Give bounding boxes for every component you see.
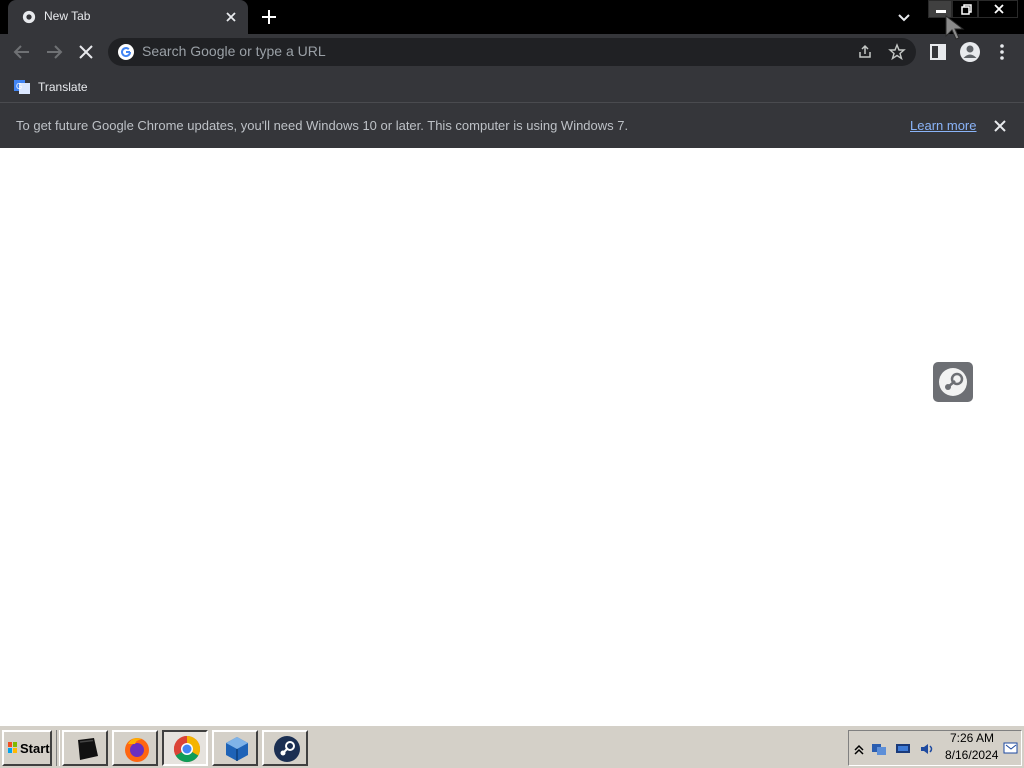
steam-icon	[939, 368, 967, 396]
infobar-message: To get future Google Chrome updates, you…	[16, 118, 629, 133]
start-button[interactable]: Start	[2, 730, 52, 766]
close-icon	[994, 4, 1004, 14]
screen: New Tab Search Google or type a URL G Tr…	[0, 0, 1024, 768]
virtualbox-icon	[226, 737, 248, 761]
taskbar-steam[interactable]	[262, 730, 308, 766]
display-icon[interactable]	[895, 741, 911, 757]
svg-text:G: G	[16, 82, 22, 91]
tab-search-icon[interactable]	[895, 8, 913, 26]
close-tab-icon[interactable]	[223, 9, 239, 25]
mouse-cursor-icon	[945, 14, 965, 40]
volume-icon[interactable]	[919, 741, 935, 757]
update-infobar: To get future Google Chrome updates, you…	[0, 102, 1024, 148]
forward-icon[interactable]	[43, 41, 65, 63]
side-panel-icon[interactable]	[927, 41, 949, 63]
omnibox-input[interactable]: Search Google or type a URL	[142, 43, 326, 59]
network-icon[interactable]	[871, 741, 887, 757]
profile-avatar-icon[interactable]	[959, 41, 981, 63]
clock-date[interactable]: 8/16/2024	[945, 748, 998, 762]
taskbar-separator	[56, 730, 60, 766]
chrome-favicon-icon	[22, 10, 36, 24]
firefox-icon	[125, 738, 149, 762]
start-label: Start	[20, 741, 50, 756]
notification-icon[interactable]	[1003, 741, 1019, 757]
show-hidden-icon[interactable]	[851, 741, 867, 757]
google-g-icon	[118, 44, 134, 60]
taskbar-terminal[interactable]	[62, 730, 108, 766]
page-content	[0, 148, 1024, 724]
google-translate-icon: G	[14, 80, 30, 94]
chrome-icon	[173, 735, 201, 763]
menu-icon[interactable]	[991, 41, 1013, 63]
close-infobar-icon[interactable]	[992, 118, 1008, 134]
terminal-icon	[78, 738, 98, 760]
back-icon[interactable]	[11, 41, 33, 63]
bookmark-translate[interactable]: G Translate	[8, 74, 98, 98]
bookmark-label: Translate	[38, 80, 88, 94]
omnibox[interactable]: Search Google or type a URL	[108, 38, 916, 66]
taskbar-virtualbox[interactable]	[212, 730, 258, 766]
stop-loading-icon[interactable]	[75, 41, 97, 63]
learn-more-link[interactable]: Learn more	[910, 118, 976, 133]
bookmarks-bar: G Translate	[0, 70, 1024, 102]
steam-desktop-shortcut[interactable]	[933, 362, 973, 402]
taskbar-firefox[interactable]	[112, 730, 158, 766]
tab-strip: New Tab	[0, 0, 1024, 34]
taskbar-chrome[interactable]	[162, 730, 208, 766]
new-tab-icon[interactable]	[258, 6, 280, 28]
bookmark-star-icon[interactable]	[888, 43, 906, 61]
tab-title: New Tab	[44, 9, 91, 23]
close-window-button[interactable]	[978, 0, 1018, 18]
taskbar: Start	[0, 724, 1024, 768]
clock-time[interactable]: 7:26 AM	[950, 731, 994, 745]
steam-icon	[274, 736, 300, 762]
toolbar: Search Google or type a URL	[0, 34, 1024, 70]
windows-flag-icon	[8, 742, 17, 753]
share-icon[interactable]	[856, 43, 874, 61]
tab-new-tab[interactable]: New Tab	[8, 0, 248, 34]
